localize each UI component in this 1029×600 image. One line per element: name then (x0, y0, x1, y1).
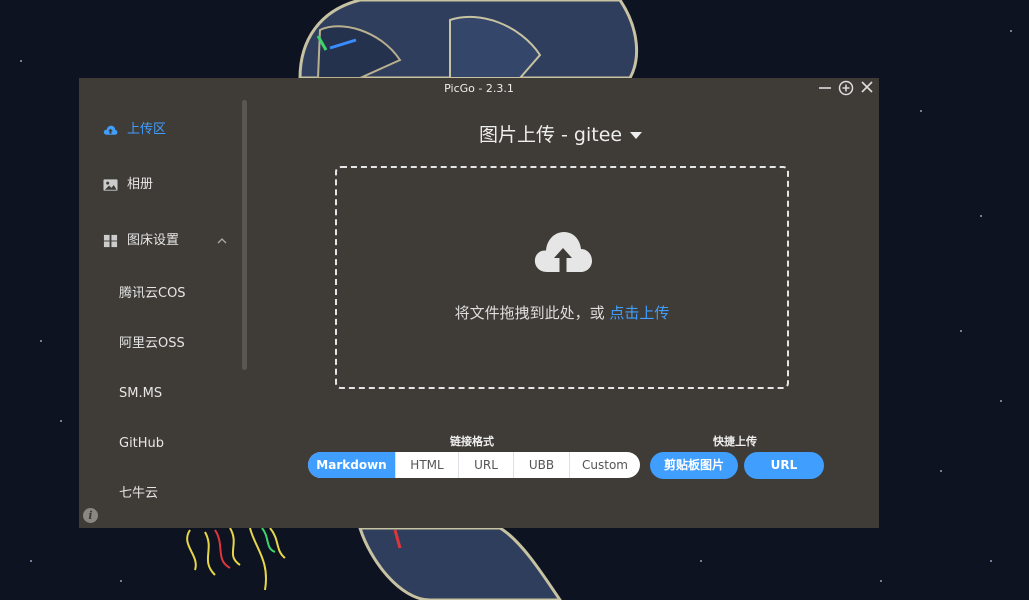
format-option-html[interactable]: HTML (395, 452, 458, 478)
upload-cloud-icon (103, 125, 118, 135)
format-option-custom[interactable]: Custom (569, 452, 640, 478)
format-option-url[interactable]: URL (458, 452, 513, 478)
window-title: PicGo - 2.3.1 (444, 82, 514, 95)
sidebar-subitem-smms[interactable]: SM.MS (119, 379, 249, 409)
format-option-markdown[interactable]: Markdown (308, 452, 395, 478)
url-upload-button[interactable]: URL (744, 452, 824, 479)
sidebar-item-label: 相册 (127, 177, 154, 192)
picgo-window: PicGo - 2.3.1 上传区 相册 图床设置 腾讯云COS 阿里云OSS … (79, 78, 879, 528)
format-option-ubb[interactable]: UBB (513, 452, 569, 478)
sidebar-item-gallery[interactable]: 相册 (79, 170, 239, 200)
close-icon[interactable] (858, 80, 876, 98)
sidebar-subitem-github[interactable]: GitHub (119, 429, 249, 459)
upload-title-dropdown[interactable]: 图片上传 - gitee (479, 120, 643, 147)
click-upload-link[interactable]: 点击上传 (609, 304, 669, 322)
sidebar-item-upload[interactable]: 上传区 (79, 115, 239, 145)
upload-dropzone[interactable]: 将文件拖拽到此处，或 点击上传 (335, 166, 789, 389)
upload-cloud-icon (534, 232, 592, 272)
minimize-icon[interactable] (816, 80, 834, 98)
sidebar: 上传区 相册 图床设置 腾讯云COS 阿里云OSS SM.MS GitHub 七… (79, 100, 249, 528)
sidebar-item-picbed-settings[interactable]: 图床设置 (79, 226, 239, 256)
page-title: 图片上传 - gitee (479, 124, 623, 146)
sidebar-subitem-aliyun-oss[interactable]: 阿里云OSS (119, 329, 249, 359)
chevron-up-icon (217, 238, 227, 244)
quick-upload-label: 快捷上传 (713, 435, 757, 448)
image-icon (103, 179, 118, 191)
dropzone-text: 将文件拖拽到此处，或 点击上传 (337, 302, 787, 323)
link-format-selector: Markdown HTML URL UBB Custom (308, 452, 640, 478)
sidebar-subitem-tencent-cos[interactable]: 腾讯云COS (119, 279, 249, 309)
dropzone-hint: 将文件拖拽到此处，或 (454, 304, 610, 322)
info-icon[interactable]: i (83, 508, 98, 523)
clipboard-upload-button[interactable]: 剪贴板图片 (650, 452, 738, 479)
sidebar-item-label: 上传区 (127, 122, 167, 137)
caret-down-icon (630, 132, 643, 139)
sidebar-subitem-qiniu[interactable]: 七牛云 (119, 479, 249, 509)
pin-icon[interactable] (837, 80, 855, 98)
grid-icon (103, 234, 118, 248)
sidebar-scrollbar[interactable] (242, 100, 247, 370)
sidebar-item-label: 图床设置 (127, 233, 180, 248)
link-format-label: 链接格式 (450, 435, 494, 448)
